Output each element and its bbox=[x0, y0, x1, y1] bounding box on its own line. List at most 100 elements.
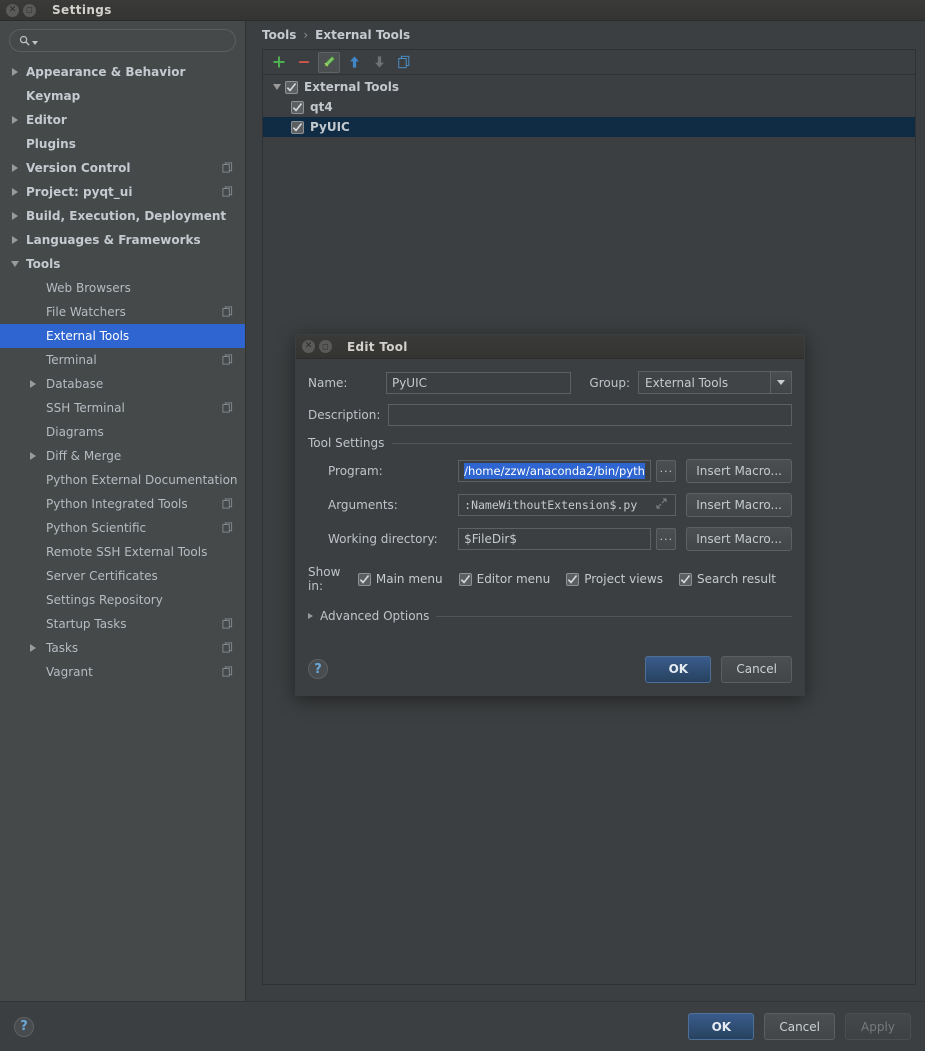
cancel-button[interactable]: Cancel bbox=[764, 1013, 835, 1040]
copy-settings-icon[interactable] bbox=[222, 498, 233, 509]
show-in-editor-menu-checkbox[interactable]: Editor menu bbox=[458, 572, 550, 586]
sidebar-item-version-control[interactable]: Version Control bbox=[0, 156, 245, 180]
search-filter-caret-icon[interactable] bbox=[32, 40, 38, 45]
description-field[interactable] bbox=[388, 404, 792, 426]
sidebar-item-terminal[interactable]: Terminal bbox=[0, 348, 245, 372]
dialog-cancel-button[interactable]: Cancel bbox=[721, 655, 792, 683]
ok-button[interactable]: OK bbox=[688, 1013, 755, 1040]
program-browse-button[interactable]: ... bbox=[656, 460, 677, 482]
sidebar-item-project-pyqt-ui[interactable]: Project: pyqt_ui bbox=[0, 180, 245, 204]
dialog-help-button[interactable]: ? bbox=[308, 659, 328, 679]
sidebar-item-file-watchers[interactable]: File Watchers bbox=[0, 300, 245, 324]
dialog-title: Edit Tool bbox=[347, 339, 408, 354]
sidebar-item-diff-merge[interactable]: Diff & Merge bbox=[0, 444, 245, 468]
sidebar-item-tools[interactable]: Tools bbox=[0, 252, 245, 276]
copy-button[interactable] bbox=[393, 52, 415, 73]
show-in-project-views-checkbox[interactable]: Project views bbox=[566, 572, 663, 586]
minus-icon bbox=[299, 61, 309, 63]
copy-settings-icon[interactable] bbox=[222, 354, 233, 365]
add-button[interactable] bbox=[268, 52, 290, 73]
sidebar-item-database[interactable]: Database bbox=[0, 372, 245, 396]
chevron-down-icon[interactable] bbox=[770, 372, 791, 393]
sidebar-item-startup-tasks[interactable]: Startup Tasks bbox=[0, 612, 245, 636]
help-button[interactable]: ? bbox=[14, 1016, 34, 1037]
edit-button[interactable] bbox=[318, 51, 340, 73]
dialog-maximize-icon[interactable]: ◻ bbox=[319, 340, 332, 353]
copy-settings-icon[interactable] bbox=[222, 306, 233, 317]
copy-settings-icon[interactable] bbox=[222, 666, 233, 677]
apply-button[interactable]: Apply bbox=[845, 1013, 911, 1040]
sidebar-item-label: SSH Terminal bbox=[46, 401, 125, 415]
sidebar-item-remote-ssh-external-tools[interactable]: Remote SSH External Tools bbox=[0, 540, 245, 564]
sidebar-item-diagrams[interactable]: Diagrams bbox=[0, 420, 245, 444]
program-field[interactable]: /home/zzw/anaconda2/bin/pyth bbox=[458, 460, 652, 482]
sidebar-item-external-tools[interactable]: External Tools bbox=[0, 324, 245, 348]
close-icon[interactable]: ✕ bbox=[6, 3, 19, 17]
chevron-right-icon[interactable] bbox=[26, 380, 40, 388]
dialog-footer: ? OK Cancel bbox=[296, 643, 804, 695]
dialog-ok-button[interactable]: OK bbox=[645, 655, 712, 683]
move-up-button[interactable] bbox=[343, 52, 365, 73]
search-box[interactable] bbox=[9, 29, 236, 52]
sidebar-item-vagrant[interactable]: Vagrant bbox=[0, 660, 245, 684]
tool-tree-row[interactable]: qt4 bbox=[263, 97, 915, 117]
remove-button[interactable] bbox=[293, 52, 315, 73]
chevron-right-icon[interactable] bbox=[8, 68, 22, 76]
sidebar-item-label: File Watchers bbox=[46, 305, 126, 319]
sidebar-item-languages-frameworks[interactable]: Languages & Frameworks bbox=[0, 228, 245, 252]
sidebar-item-editor[interactable]: Editor bbox=[0, 108, 245, 132]
search-input[interactable] bbox=[40, 31, 235, 50]
chevron-down-icon[interactable] bbox=[269, 84, 285, 90]
working-directory-insert-macro-button[interactable]: Insert Macro... bbox=[686, 527, 792, 551]
arguments-insert-macro-button[interactable]: Insert Macro... bbox=[686, 493, 792, 517]
sidebar-item-python-integrated-tools[interactable]: Python Integrated Tools bbox=[0, 492, 245, 516]
working-directory-label: Working directory: bbox=[328, 532, 438, 546]
expand-icon[interactable] bbox=[656, 498, 670, 512]
sidebar-item-ssh-terminal[interactable]: SSH Terminal bbox=[0, 396, 245, 420]
sidebar-item-plugins[interactable]: Plugins bbox=[0, 132, 245, 156]
working-directory-browse-button[interactable]: ... bbox=[656, 528, 677, 550]
maximize-icon[interactable]: ◻ bbox=[23, 3, 36, 17]
sidebar-item-tasks[interactable]: Tasks bbox=[0, 636, 245, 660]
chevron-down-icon[interactable] bbox=[8, 261, 22, 267]
sidebar-item-python-scientific[interactable]: Python Scientific bbox=[0, 516, 245, 540]
group-select[interactable]: External Tools bbox=[637, 371, 792, 394]
checkbox-icon[interactable] bbox=[285, 80, 298, 94]
copy-settings-icon[interactable] bbox=[222, 618, 233, 629]
advanced-options-toggle[interactable]: Advanced Options bbox=[308, 609, 792, 623]
chevron-right-icon[interactable] bbox=[8, 116, 22, 124]
chevron-right-icon[interactable] bbox=[8, 236, 22, 244]
copy-settings-icon[interactable] bbox=[222, 402, 233, 413]
chevron-right-icon[interactable] bbox=[8, 212, 22, 220]
show-in-search-result-checkbox[interactable]: Search result bbox=[679, 572, 776, 586]
copy-settings-icon[interactable] bbox=[222, 522, 233, 533]
sidebar-item-settings-repository[interactable]: Settings Repository bbox=[0, 588, 245, 612]
copy-settings-icon[interactable] bbox=[222, 642, 233, 653]
breadcrumb-root[interactable]: Tools bbox=[262, 28, 296, 42]
checkbox-icon bbox=[679, 572, 692, 586]
dialog-close-icon[interactable]: ✕ bbox=[302, 340, 315, 353]
sidebar-item-label: Server Certificates bbox=[46, 569, 158, 583]
move-down-button[interactable] bbox=[368, 52, 390, 73]
chevron-right-icon[interactable] bbox=[8, 188, 22, 196]
program-insert-macro-button[interactable]: Insert Macro... bbox=[686, 459, 792, 483]
copy-settings-icon[interactable] bbox=[222, 186, 233, 197]
sidebar-item-server-certificates[interactable]: Server Certificates bbox=[0, 564, 245, 588]
chevron-right-icon[interactable] bbox=[8, 164, 22, 172]
chevron-right-icon[interactable] bbox=[26, 644, 40, 652]
working-directory-field[interactable]: $FileDir$ bbox=[458, 528, 652, 550]
chevron-right-icon[interactable] bbox=[26, 452, 40, 460]
sidebar-item-appearance-behavior[interactable]: Appearance & Behavior bbox=[0, 60, 245, 84]
checkbox-icon[interactable] bbox=[291, 120, 304, 134]
sidebar-item-python-external-documentation[interactable]: Python External Documentation bbox=[0, 468, 245, 492]
name-field[interactable]: PyUIC bbox=[385, 371, 572, 394]
copy-settings-icon[interactable] bbox=[222, 162, 233, 173]
arguments-field[interactable]: :NameWithoutExtension$.py bbox=[458, 494, 677, 516]
sidebar-item-keymap[interactable]: Keymap bbox=[0, 84, 245, 108]
show-in-main-menu-checkbox[interactable]: Main menu bbox=[357, 572, 443, 586]
sidebar-item-web-browsers[interactable]: Web Browsers bbox=[0, 276, 245, 300]
checkbox-icon[interactable] bbox=[291, 100, 304, 114]
tool-tree-row[interactable]: PyUIC bbox=[263, 117, 915, 137]
tool-tree-row[interactable]: External Tools bbox=[263, 77, 915, 97]
sidebar-item-build-execution-deployment[interactable]: Build, Execution, Deployment bbox=[0, 204, 245, 228]
